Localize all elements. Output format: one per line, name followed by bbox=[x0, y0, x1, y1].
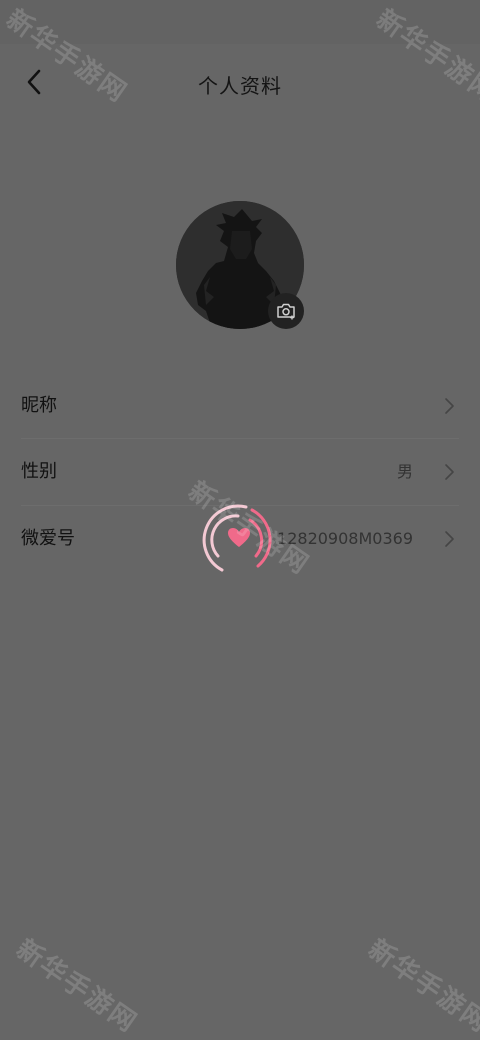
camera-badge[interactable] bbox=[268, 293, 304, 329]
row-value-gender: 男 bbox=[396, 462, 413, 481]
row-gender[interactable]: 性别 男 bbox=[21, 439, 459, 505]
row-label-weiai-id: 微爱号 bbox=[21, 528, 75, 549]
camera-icon bbox=[277, 303, 295, 320]
row-label-nickname: 昵称 bbox=[21, 395, 57, 416]
watermark: 新华手游网 bbox=[362, 934, 480, 1039]
watermark: 新华手游网 bbox=[10, 934, 143, 1039]
avatar-upload[interactable] bbox=[176, 201, 304, 329]
chevron-right-icon bbox=[445, 531, 454, 547]
chevron-right-icon bbox=[445, 464, 454, 480]
chevron-right-icon bbox=[445, 398, 454, 414]
row-nickname[interactable]: 昵称 bbox=[21, 373, 459, 439]
row-label-gender: 性别 bbox=[21, 461, 57, 482]
profile-screen: 个人资料 昵称 性别 男 微爱号 12820908M0369 新华手游网 新华手… bbox=[0, 0, 480, 1040]
